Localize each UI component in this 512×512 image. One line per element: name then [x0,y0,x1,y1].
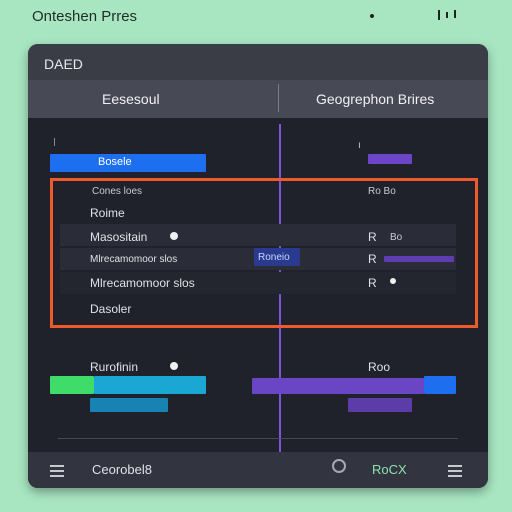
record-icon[interactable] [332,459,346,473]
status-dot-icon [170,362,178,370]
status-mark-icon [454,10,456,18]
lower-right-item[interactable]: Roo [368,360,390,374]
track-purple-bar [252,378,424,394]
footer-separator [58,438,458,439]
active-item-label: Bosele [98,156,132,168]
right-row-label: R [368,252,377,266]
column-header-right[interactable]: Geogrephon Brires [316,91,434,107]
main-panel: DAED Eesesoul Geogrephon Brires Bosele ı… [28,44,488,488]
status-dot-icon [390,278,396,284]
footer-right-label: RoCX [372,462,407,477]
track-sub-bar [90,398,168,412]
right-row-label: R [368,276,377,290]
list-item: Masositain [90,230,148,244]
panel-label: DAED [44,56,83,72]
list-item[interactable]: Dasoler [90,302,131,316]
marker [54,138,55,146]
page-title: Onteshen Prres [32,8,138,25]
right-row-bar [384,256,454,262]
track-cyan-bar [94,376,206,394]
status-mark-icon [446,12,448,18]
list-item: Mlrecamomoor slos [90,276,195,290]
right-marker: ı [358,140,361,151]
footer-left-label: Ceorobel8 [92,462,152,477]
menu-icon[interactable] [448,462,462,480]
status-dot-icon [170,232,178,240]
left-subhead: Cones loes [92,186,143,197]
lower-left-item[interactable]: Rurofinin [90,360,138,374]
list-item: Mlrecamomoor slos [90,254,178,265]
track-blue-bar [424,376,456,394]
list-item[interactable]: Roime [90,206,125,220]
menu-icon[interactable] [50,462,64,480]
right-row-suffix: Bo [390,232,403,243]
panel-header [28,44,488,80]
right-row-label: R [368,230,377,244]
track-sub-bar [348,398,412,412]
column-header-left[interactable]: Eesesoul [102,91,160,107]
column-divider [278,84,279,112]
right-subhead: Ro Bo [368,186,396,197]
right-progress-bar [368,154,412,164]
track-green-bar [50,376,94,394]
status-mark-icon [438,10,440,20]
sparkle-icon [370,14,374,18]
middle-tag-label: Roneio [258,252,290,263]
